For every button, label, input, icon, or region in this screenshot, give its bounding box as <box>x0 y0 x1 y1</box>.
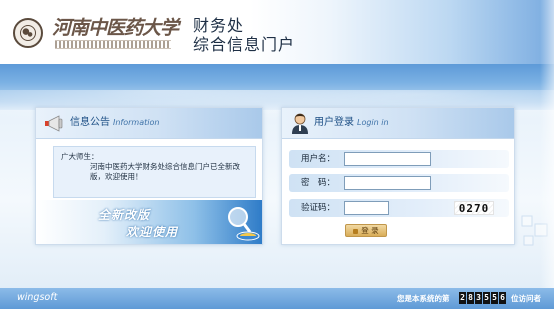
notice-message: 广大师生： 河南中医药大学财务处综合信息门户已全新改版，欢迎使用！ <box>53 146 256 198</box>
user-icon <box>292 113 308 134</box>
counter-digit: 5 <box>491 292 498 304</box>
notice-panel-header: 信息公告 Information <box>36 108 262 139</box>
portal-page: 河南中医药大学 财务处 综合信息门户 信息公告 Information 广大师生：… <box>0 0 554 309</box>
login-title-cn: 用户登录 <box>314 117 354 128</box>
login-button[interactable]: 登 录 <box>345 224 387 237</box>
captcha-label: 验证码： <box>301 203 336 213</box>
login-panel-header: 用户登录 Login in <box>282 108 514 139</box>
captcha-row: 验证码： 0270 <box>289 199 509 217</box>
promo-line-2: 欢迎使用 <box>126 225 179 239</box>
username-label: 用户名： <box>301 154 336 164</box>
username-input[interactable] <box>344 152 431 166</box>
portal-title: 综合信息门户 <box>193 35 296 54</box>
login-button-label: 登 录 <box>361 226 379 235</box>
magnifier-icon <box>228 207 260 241</box>
login-title: 用户登录 Login in <box>314 117 389 129</box>
promo-banner: 全新改版 欢迎使用 <box>36 200 262 244</box>
counter-digit: 6 <box>499 292 506 304</box>
password-row: 密 码： <box>289 174 509 192</box>
visit-counter-prefix: 您是本系统的第 <box>397 294 450 303</box>
department-title: 财务处 <box>193 16 245 35</box>
footer-brand: wingsoft <box>17 292 58 303</box>
notice-greeting: 广大师生： <box>61 152 99 161</box>
megaphone-icon <box>45 115 63 132</box>
notice-title-cn: 信息公告 <box>70 117 110 128</box>
banner-band <box>0 64 554 130</box>
login-panel: 用户登录 Login in 用户名： 密 码： 验证码： 0270 登 录 <box>281 107 515 245</box>
counter-digit: 5 <box>483 292 490 304</box>
university-name: 河南中医药大学 <box>52 17 179 39</box>
notice-panel: 信息公告 Information 广大师生： 河南中医药大学财务处综合信息门户已全… <box>35 107 263 245</box>
notice-title: 信息公告 Information <box>70 117 159 129</box>
promo-line-1: 全新改版 <box>98 208 151 222</box>
visit-counter: 2 8 3 5 5 6 <box>459 292 506 304</box>
counter-digit: 2 <box>459 292 466 304</box>
counter-digit: 8 <box>467 292 474 304</box>
university-name-english-strip <box>55 40 171 49</box>
right-edge-gradient <box>540 0 554 309</box>
captcha-image[interactable]: 0270 <box>454 201 494 215</box>
visit-counter-suffix: 位访问者 <box>511 294 541 303</box>
counter-digit: 3 <box>475 292 482 304</box>
lock-icon <box>353 229 359 234</box>
captcha-input[interactable] <box>344 201 389 215</box>
notice-title-en: Information <box>113 118 160 127</box>
password-input[interactable] <box>344 176 431 190</box>
password-label: 密 码： <box>301 178 336 188</box>
username-row: 用户名： <box>289 150 509 168</box>
university-seal-icon <box>13 18 43 48</box>
notice-body: 河南中医药大学财务处综合信息门户已全新改版，欢迎使用！ <box>90 162 240 181</box>
footer: wingsoft 您是本系统的第 2 8 3 5 5 6 位访问者 <box>0 288 554 309</box>
login-title-en: Login in <box>357 118 389 127</box>
header: 河南中医药大学 财务处 综合信息门户 <box>0 0 554 64</box>
